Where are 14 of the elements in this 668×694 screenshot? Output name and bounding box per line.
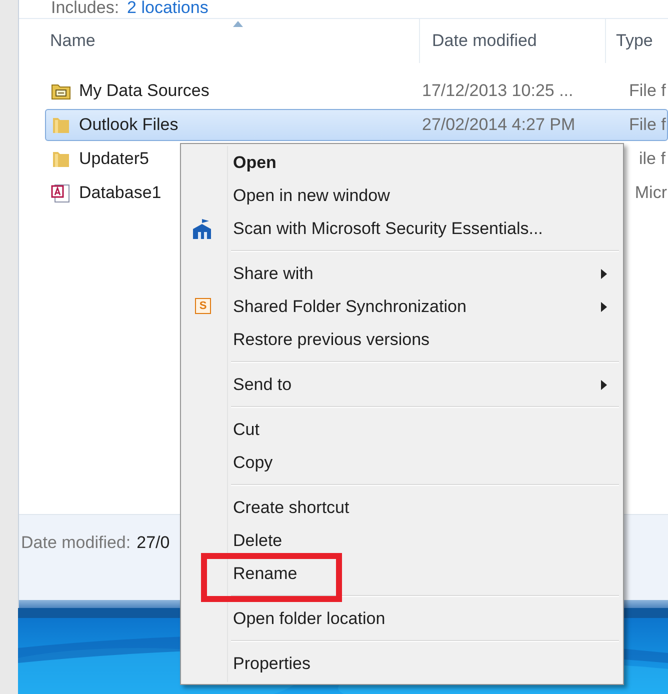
file-name: My Data Sources — [79, 81, 210, 101]
details-label: Date modified: — [21, 533, 131, 554]
includes-label: Includes: — [51, 0, 120, 18]
date-cell: 17/12/2013 10:25 ... — [422, 81, 574, 100]
date-cell: 27/02/2014 4:27 PM — [422, 115, 576, 134]
details-value: 27/0 — [136, 533, 170, 554]
type-cell: ile f — [639, 149, 666, 168]
file-name: Updater5 — [79, 149, 149, 169]
type-cell: Micr — [634, 183, 667, 202]
type-cell: File f — [629, 115, 666, 134]
file-name: Database1 — [79, 183, 162, 203]
file-name: Outlook Files — [79, 115, 178, 135]
type-cell: File f — [629, 81, 666, 100]
sync-badge-icon: S — [195, 298, 211, 314]
